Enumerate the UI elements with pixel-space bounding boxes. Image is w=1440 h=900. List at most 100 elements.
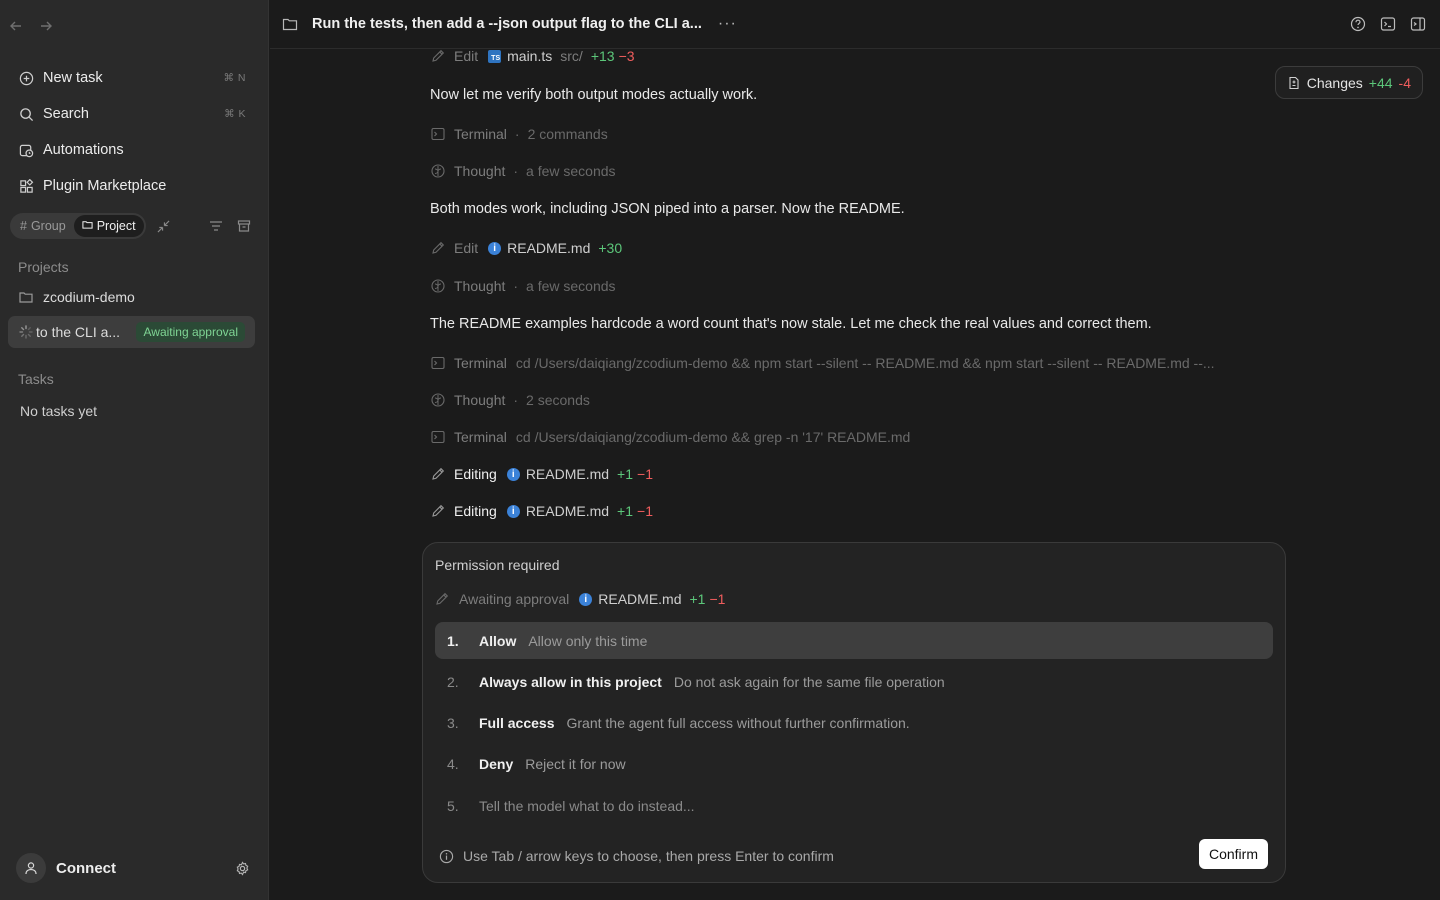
folder-icon[interactable] bbox=[282, 16, 298, 32]
log-terminal-3[interactable]: Terminal cd /Users/daiqiang/zcodium-demo… bbox=[430, 429, 910, 445]
thought-label: Thought bbox=[454, 392, 506, 408]
hint-text: Use Tab / arrow keys to choose, then pre… bbox=[463, 848, 834, 864]
projects-heading: Projects bbox=[18, 259, 69, 275]
avatar[interactable] bbox=[16, 853, 46, 883]
filter-icon[interactable] bbox=[208, 218, 224, 234]
file-diff-icon bbox=[1287, 76, 1301, 90]
log-thought-3[interactable]: Thought · 2 seconds bbox=[430, 392, 590, 408]
permission-panel: Permission required Awaiting approval i … bbox=[422, 542, 1286, 883]
editing-action: Editing bbox=[454, 466, 497, 482]
separator-dot: · bbox=[513, 163, 519, 179]
editing-removed: −1 bbox=[637, 503, 653, 519]
edit-added: +30 bbox=[598, 240, 623, 256]
option-full-access[interactable]: 3. Full access Grant the agent full acce… bbox=[435, 704, 1273, 741]
thought-label: Thought bbox=[454, 163, 506, 179]
changes-label: Changes bbox=[1306, 74, 1363, 91]
permission-status-row: Awaiting approval i README.md +1 −1 bbox=[435, 591, 725, 607]
help-icon[interactable] bbox=[1350, 16, 1366, 32]
option-number: 2. bbox=[447, 673, 459, 690]
terminal-icon bbox=[430, 126, 446, 142]
editing-removed: −1 bbox=[637, 466, 653, 482]
project-toggle-button[interactable]: Project bbox=[73, 215, 144, 237]
assistant-message: The README examples hardcode a word coun… bbox=[430, 316, 1152, 332]
log-thought-1[interactable]: Thought · a few seconds bbox=[430, 163, 616, 179]
option-deny[interactable]: 4. Deny Reject it for now bbox=[435, 745, 1273, 782]
log-thought-2[interactable]: Thought · a few seconds bbox=[430, 278, 616, 294]
terminal-icon bbox=[430, 429, 446, 445]
edit-removed: −3 bbox=[618, 48, 635, 64]
log-terminal-1[interactable]: Terminal · 2 commands bbox=[430, 126, 608, 142]
automations-button[interactable]: Automations bbox=[8, 132, 256, 168]
brain-icon bbox=[430, 392, 446, 408]
plugin-marketplace-button[interactable]: Plugin Marketplace bbox=[8, 168, 256, 204]
separator-dot: · bbox=[513, 278, 519, 294]
option-desc: Grant the agent full access without furt… bbox=[566, 714, 910, 731]
search-button[interactable]: Search ⌘ K bbox=[8, 96, 256, 132]
confirm-button[interactable]: Confirm bbox=[1198, 839, 1268, 869]
thought-detail: 2 seconds bbox=[526, 392, 590, 408]
option-label: Deny bbox=[479, 755, 514, 772]
back-arrow-icon[interactable] bbox=[8, 18, 24, 34]
spinner-icon bbox=[18, 324, 34, 340]
editing-action: Editing bbox=[454, 503, 497, 519]
changes-button[interactable]: Changes +44 -4 bbox=[1274, 66, 1423, 99]
log-terminal-2[interactable]: Terminal cd /Users/daiqiang/zcodium-demo… bbox=[430, 355, 1215, 371]
plugin-marketplace-label: Plugin Marketplace bbox=[43, 178, 167, 194]
option-custom-instruction[interactable]: 5. Tell the model what to do instead... bbox=[435, 787, 1273, 824]
connect-button[interactable]: Connect bbox=[56, 860, 234, 877]
option-desc: Do not ask again for the same file opera… bbox=[673, 673, 945, 690]
brain-icon bbox=[430, 163, 446, 179]
edit-action: Edit bbox=[454, 48, 479, 64]
gear-icon[interactable] bbox=[234, 860, 250, 876]
editing-file: README.md bbox=[525, 503, 610, 519]
custom-instruction-input[interactable]: Tell the model what to do instead... bbox=[479, 798, 695, 814]
new-task-button[interactable]: New task ⌘ N bbox=[8, 60, 256, 96]
option-allow[interactable]: 1. Allow Allow only this time bbox=[435, 622, 1273, 659]
changes-added: +44 bbox=[1368, 74, 1393, 91]
log-edit-main-ts[interactable]: Edit TS main.ts src/ +13 −3 bbox=[430, 48, 635, 64]
new-task-shortcut: ⌘ N bbox=[223, 72, 246, 84]
option-desc: Reject it for now bbox=[525, 755, 626, 772]
log-editing-1[interactable]: Editing i README.md +1 −1 bbox=[430, 466, 653, 482]
side-panel-toggle-icon[interactable] bbox=[1410, 16, 1426, 32]
more-options-icon[interactable]: ··· bbox=[718, 15, 737, 33]
terminal-label: Terminal bbox=[454, 429, 507, 445]
search-icon bbox=[18, 106, 34, 122]
new-task-label: New task bbox=[43, 70, 103, 86]
keyboard-hint: Use Tab / arrow keys to choose, then pre… bbox=[439, 848, 834, 864]
log-edit-readme[interactable]: Edit i README.md +30 bbox=[430, 240, 622, 256]
option-number: 1. bbox=[447, 632, 459, 649]
pencil-icon bbox=[430, 48, 446, 64]
brain-icon bbox=[430, 278, 446, 294]
task-item-active[interactable]: to the CLI a... Awaiting approval bbox=[8, 316, 255, 348]
permission-status: Awaiting approval bbox=[459, 591, 570, 607]
folder-icon bbox=[82, 219, 93, 233]
editing-file: README.md bbox=[525, 466, 610, 482]
group-toggle-button[interactable]: # Group bbox=[12, 215, 74, 237]
markdown-file-icon: i bbox=[506, 504, 520, 518]
terminal-command: cd /Users/daiqiang/zcodium-demo && grep … bbox=[515, 429, 911, 445]
project-item-zcodium-demo[interactable]: zcodium-demo bbox=[8, 281, 255, 313]
tasks-empty-text: No tasks yet bbox=[20, 403, 98, 419]
log-editing-2[interactable]: Editing i README.md +1 −1 bbox=[430, 503, 653, 519]
terminal-panel-icon[interactable] bbox=[1380, 16, 1396, 32]
collapse-arrows-icon[interactable] bbox=[156, 218, 172, 234]
archive-icon[interactable] bbox=[236, 218, 252, 234]
terminal-label: Terminal bbox=[454, 355, 507, 371]
hash-icon: # bbox=[20, 219, 27, 233]
option-number: 4. bbox=[447, 755, 459, 772]
project-name: zcodium-demo bbox=[43, 289, 135, 305]
option-always-allow[interactable]: 2. Always allow in this project Do not a… bbox=[435, 663, 1273, 700]
group-project-toggle: # Group Project bbox=[10, 213, 146, 239]
main-panel: Run the tests, then add a --json output … bbox=[270, 0, 1440, 900]
project-toggle-label: Project bbox=[96, 219, 136, 233]
assistant-message: Both modes work, including JSON piped in… bbox=[430, 201, 905, 217]
info-icon bbox=[439, 849, 454, 864]
automations-label: Automations bbox=[43, 142, 124, 158]
view-toggle-row: # Group Project bbox=[10, 212, 252, 240]
edit-path: src/ bbox=[560, 48, 583, 64]
pencil-icon bbox=[430, 240, 446, 256]
pencil-icon bbox=[435, 592, 451, 606]
edit-file: README.md bbox=[507, 240, 591, 256]
forward-arrow-icon[interactable] bbox=[38, 18, 54, 34]
